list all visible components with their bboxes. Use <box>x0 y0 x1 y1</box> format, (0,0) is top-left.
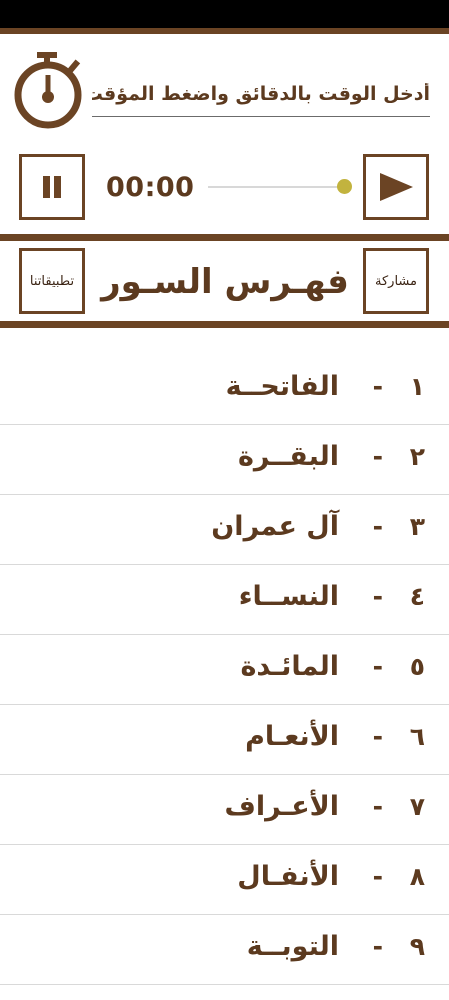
surah-number: ٥ <box>409 652 425 681</box>
surah-separator: - <box>372 652 383 681</box>
play-button[interactable] <box>363 154 429 220</box>
surah-name: النســاء <box>238 581 339 612</box>
surah-list-item[interactable]: ٢- البقــرة <box>0 425 449 495</box>
surah-number: ١ <box>409 372 425 401</box>
surah-list-item[interactable]: ٥- المائـدة <box>0 635 449 705</box>
stopwatch-icon[interactable] <box>8 50 88 130</box>
surah-name: الأعـراف <box>224 791 339 822</box>
surah-separator: - <box>372 932 383 961</box>
status-bar <box>0 0 449 28</box>
surah-separator: - <box>372 792 383 821</box>
surah-number: ٤ <box>409 582 425 611</box>
surah-separator: - <box>372 442 383 471</box>
divider-bottom <box>0 321 449 328</box>
time-display: 00:00 <box>106 172 195 203</box>
surah-name: آل عمران <box>211 511 339 542</box>
share-button[interactable]: مشاركة <box>363 248 429 314</box>
surah-number: ٢ <box>409 442 425 471</box>
surah-name: الأنفـال <box>237 861 339 892</box>
play-icon <box>380 173 413 201</box>
our-apps-button[interactable]: تطبيقاتنا <box>19 248 85 314</box>
surah-name: البقــرة <box>237 441 339 472</box>
top-divider <box>0 28 449 34</box>
surah-number: ٩ <box>409 932 425 961</box>
surah-separator: - <box>372 582 383 611</box>
minutes-input[interactable] <box>92 72 430 117</box>
pause-icon <box>43 176 61 198</box>
app-screen: 00:00 تطبيقاتنا فهـرس السـور مشاركة ١-ال… <box>0 0 449 1000</box>
surah-list-item[interactable]: ٧- الأعـراف <box>0 775 449 845</box>
surah-list: ١- الفاتحــة ٢- البقــرة ٣- آل عمران ٤- النســا… <box>0 355 449 985</box>
divider-top <box>0 234 449 241</box>
surah-list-item[interactable]: ٦- الأنعـام <box>0 705 449 775</box>
surah-list-item[interactable]: ٨- الأنفـال <box>0 845 449 915</box>
surah-separator: - <box>372 512 383 541</box>
surah-list-item[interactable]: ١- الفاتحــة <box>0 355 449 425</box>
surah-list-item[interactable]: ٩- التوبــة <box>0 915 449 985</box>
seek-thumb[interactable] <box>336 179 352 194</box>
surah-number: ٣ <box>409 512 425 541</box>
surah-list-item[interactable]: ٤- النســاء <box>0 565 449 635</box>
surah-list-item[interactable]: ٣- آل عمران <box>0 495 449 565</box>
surah-name: الأنعـام <box>245 721 339 752</box>
surah-separator: - <box>372 722 383 751</box>
surah-number: ٧ <box>409 792 425 821</box>
surah-number: ٨ <box>409 862 425 891</box>
pause-button[interactable] <box>19 154 85 220</box>
page-title: فهـرس السـور <box>101 262 349 302</box>
surah-number: ٦ <box>409 722 425 751</box>
surah-name: الفاتحــة <box>225 371 339 402</box>
surah-name: التوبــة <box>246 931 339 962</box>
surah-separator: - <box>372 862 383 891</box>
surah-name: المائـدة <box>240 651 339 682</box>
seek-bar[interactable] <box>208 186 344 188</box>
surah-separator: - <box>372 372 383 401</box>
